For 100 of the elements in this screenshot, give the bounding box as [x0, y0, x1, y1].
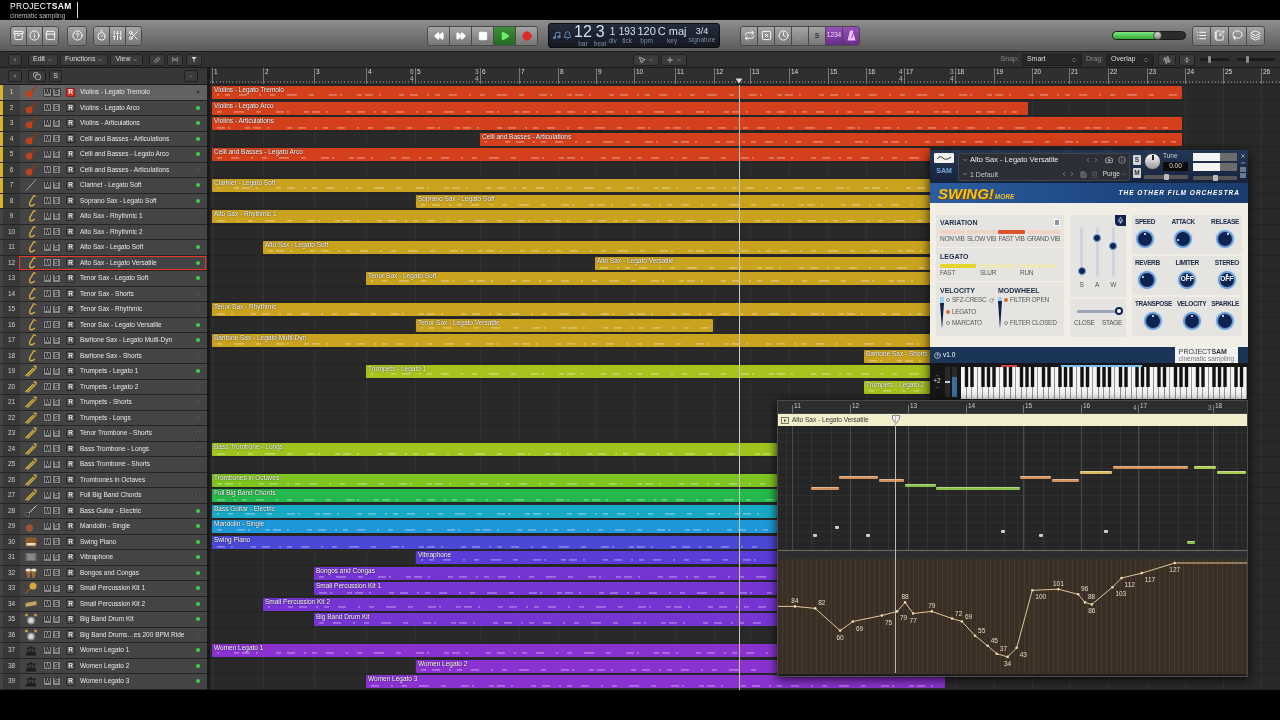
close-icon[interactable] [1240, 153, 1246, 159]
radio-button[interactable] [1004, 320, 1008, 325]
automation-node[interactable] [1090, 603, 1094, 606]
pan-thumb[interactable] [1163, 173, 1169, 180]
knob[interactable] [1216, 229, 1235, 248]
lcd-value: 193 [618, 26, 636, 37]
camera-icon[interactable] [1105, 156, 1113, 164]
automation-node[interactable] [838, 629, 842, 632]
master-volume-slider[interactable] [1112, 31, 1186, 40]
automation-node[interactable] [813, 607, 817, 610]
browser-button[interactable] [1246, 25, 1265, 46]
metronome-button[interactable] [842, 25, 860, 46]
rewind-button[interactable] [427, 25, 450, 46]
tune-knob[interactable] [1144, 153, 1161, 171]
caret-icon[interactable] [962, 171, 968, 177]
fader-thumb[interactable] [1109, 241, 1118, 250]
playhead-marker-icon[interactable] [892, 415, 900, 424]
volume-thumb[interactable] [1153, 31, 1163, 40]
radio-button[interactable] [946, 309, 950, 314]
pitch-wheel-icon[interactable] [945, 366, 950, 397]
add-track-button[interactable] [8, 70, 22, 82]
automation-node[interactable] [1120, 576, 1123, 580]
automation-node[interactable] [793, 605, 797, 608]
instrument-logo-icon [934, 153, 954, 163]
radio-button[interactable] [1004, 298, 1008, 303]
trumpet-icon [25, 365, 37, 378]
fader-thumb[interactable] [1093, 234, 1102, 242]
automation-node[interactable] [1015, 646, 1018, 650]
help-button[interactable] [67, 25, 87, 46]
fold-icon [1184, 55, 1190, 64]
flex-button[interactable] [167, 53, 184, 66]
volume-thumb[interactable] [1212, 175, 1218, 181]
automation-node[interactable] [1057, 587, 1060, 591]
knob[interactable] [1182, 311, 1201, 330]
fader-thumb[interactable] [1077, 267, 1086, 275]
marquee-tool-button[interactable] [661, 53, 688, 66]
automation-node[interactable] [986, 644, 989, 648]
replace-button[interactable] [757, 25, 775, 46]
pan-slider[interactable] [1144, 174, 1188, 179]
knob[interactable] [1216, 311, 1235, 330]
smart-controls-button[interactable] [42, 25, 59, 46]
automation-node[interactable] [1173, 561, 1177, 565]
radio-button[interactable] [946, 321, 950, 326]
automation-node[interactable] [1140, 571, 1144, 575]
microphone-icon[interactable] [1115, 215, 1126, 226]
list-editors-button[interactable] [1192, 25, 1211, 46]
slider-thumb[interactable] [1208, 56, 1212, 63]
automation-node[interactable] [950, 617, 954, 620]
pause-icon[interactable] [1054, 219, 1060, 226]
previous-icon[interactable] [1060, 171, 1067, 177]
filter-button[interactable] [186, 53, 203, 66]
play-button[interactable] [493, 25, 516, 46]
volume-slider[interactable] [1193, 176, 1237, 180]
caret-icon [132, 56, 139, 63]
previous-icon[interactable] [1085, 157, 1091, 163]
fit-button[interactable] [1179, 53, 1195, 66]
clock-button[interactable] [774, 25, 792, 46]
automation-node[interactable] [995, 652, 999, 656]
caret-icon [47, 56, 54, 63]
automation-node[interactable] [960, 620, 964, 623]
automation-node[interactable] [1111, 585, 1114, 589]
cycle-button[interactable] [740, 25, 758, 46]
record-button[interactable] [515, 25, 538, 46]
automation-node[interactable] [1076, 593, 1080, 596]
automation-node[interactable] [1083, 601, 1087, 604]
knob[interactable] [1174, 229, 1193, 248]
automation-node[interactable] [1031, 589, 1034, 592]
waveform-zoom-button[interactable] [1158, 53, 1176, 66]
mod-wheel-icon[interactable] [952, 366, 957, 397]
editors-button[interactable] [125, 25, 142, 46]
knob[interactable] [1144, 311, 1163, 330]
automation-node[interactable] [930, 610, 934, 613]
automation-node[interactable] [851, 620, 855, 623]
stop-button[interactable] [471, 25, 494, 46]
next-icon[interactable] [1068, 171, 1075, 177]
note-pad-button[interactable] [1210, 25, 1229, 46]
knob[interactable] [1138, 270, 1157, 289]
save-icon[interactable] [1079, 170, 1087, 178]
loop-browser-button[interactable] [1228, 25, 1247, 46]
automation-node[interactable] [973, 634, 977, 637]
automation-node[interactable] [911, 612, 915, 615]
play-icon[interactable] [781, 416, 789, 424]
slider-thumb[interactable] [1115, 307, 1123, 315]
slider-thumb[interactable] [1246, 56, 1250, 63]
automation-node[interactable] [1006, 655, 1009, 659]
pointer-tool-button[interactable] [633, 53, 660, 66]
info-icon[interactable] [1118, 156, 1126, 164]
knob[interactable] [1136, 229, 1154, 248]
caret-icon[interactable] [962, 157, 968, 163]
pencil-button[interactable] [791, 25, 809, 46]
caret-up-icon[interactable] [934, 373, 940, 379]
automation-node[interactable] [903, 601, 907, 604]
help-icon[interactable] [934, 351, 941, 359]
automation-node[interactable] [895, 610, 899, 613]
radio-button[interactable] [946, 298, 950, 303]
fast-forward-button[interactable] [449, 25, 472, 46]
automation-node[interactable] [880, 614, 884, 617]
duplicate-track-button[interactable] [28, 70, 46, 82]
link-button[interactable] [149, 53, 166, 66]
next-icon[interactable] [1093, 157, 1099, 163]
